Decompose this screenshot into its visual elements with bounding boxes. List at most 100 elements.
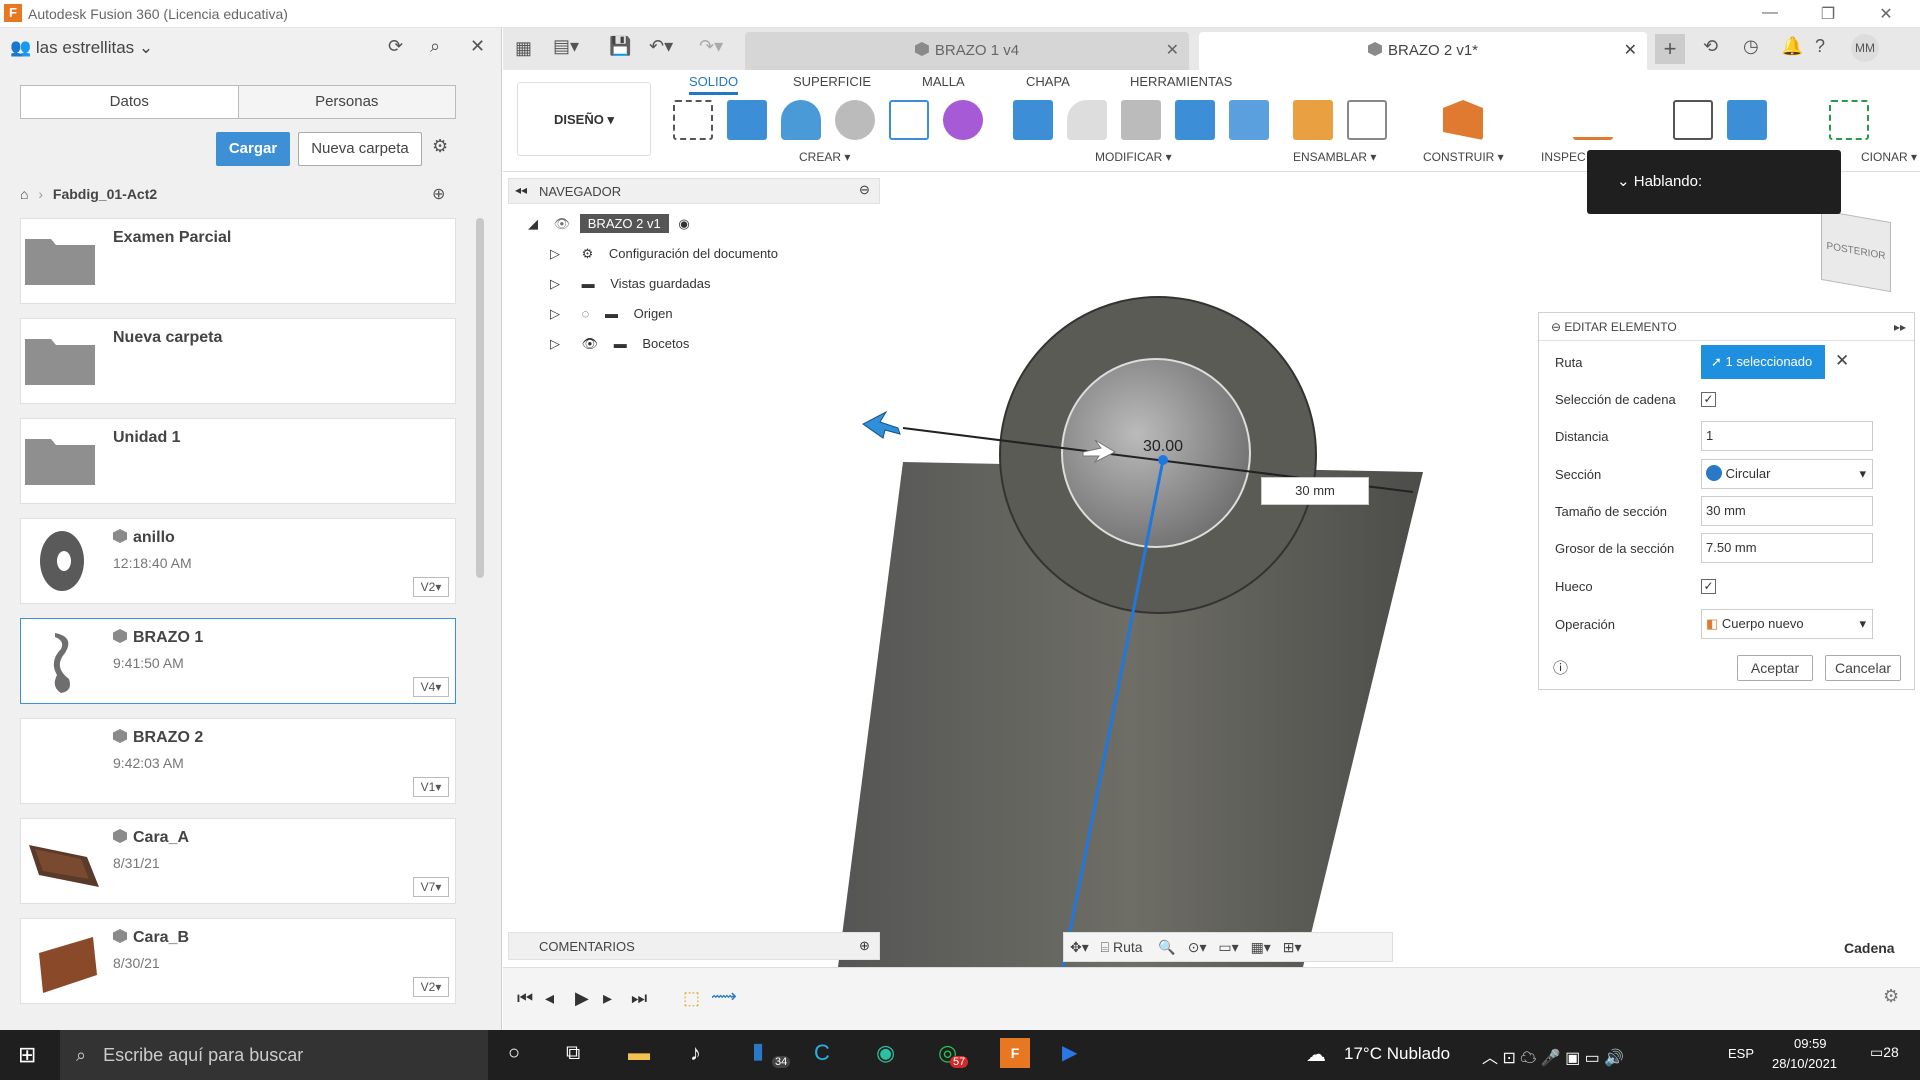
new-folder-button[interactable]: Nueva carpeta	[298, 132, 422, 166]
tab-solido[interactable]: SOLIDO	[689, 74, 739, 95]
dimension-input[interactable]: 30 mm	[1261, 477, 1369, 505]
eye-icon[interactable]: 👁	[582, 336, 599, 351]
list-item[interactable]: Cara_B 8/30/21 V2▾	[20, 918, 456, 1004]
file-menu-icon[interactable]: ▤▾	[553, 36, 579, 57]
edge-icon[interactable]: ◉	[876, 1040, 895, 1066]
version-badge[interactable]: V1▾	[413, 777, 449, 797]
expand-triangle-icon[interactable]: ▷	[550, 336, 560, 351]
upload-button[interactable]: Cargar	[216, 132, 290, 166]
word-icon[interactable]: ▮	[752, 1038, 764, 1064]
orbit-icon[interactable]: ✥▾	[1070, 939, 1089, 955]
group-modificar[interactable]: MODIFICAR ▾	[1095, 150, 1172, 164]
press-pull-icon[interactable]	[1013, 100, 1053, 140]
group-crear[interactable]: CREAR ▾	[799, 150, 850, 164]
collapse-triangle-icon[interactable]: ◢	[528, 216, 538, 231]
group-seleccionar[interactable]: CIONAR ▾	[1861, 150, 1917, 164]
redo-icon[interactable]: ↷▾	[699, 36, 723, 57]
restore-button[interactable]: ❐	[1808, 4, 1848, 24]
language-indicator[interactable]: ESP	[1728, 1046, 1754, 1061]
eye-icon[interactable]: 👁	[554, 216, 571, 231]
insert-image-icon[interactable]	[1727, 100, 1767, 140]
tab-brazo-1[interactable]: BRAZO 1 v4 ✕	[745, 32, 1189, 70]
home-icon[interactable]: ⌂	[20, 186, 28, 202]
play-icon[interactable]: ▶	[575, 988, 589, 1009]
viewcube[interactable]: POSTERIOR	[1821, 209, 1891, 293]
gear-icon[interactable]: ⚙	[432, 136, 448, 157]
zoom-app-icon[interactable]: ▶	[1062, 1040, 1077, 1065]
app-c-icon[interactable]: C	[814, 1040, 830, 1066]
list-item[interactable]: BRAZO 1 9:41:50 AM V4▾	[20, 618, 456, 704]
create-sketch-icon[interactable]	[673, 100, 713, 140]
notification-center[interactable]: ▭28	[1870, 1044, 1899, 1061]
close-tab-icon[interactable]: ✕	[1624, 32, 1637, 70]
version-badge[interactable]: V2▾	[413, 977, 449, 997]
navigator-root[interactable]: ◢ 👁 BRAZO 2 v1 ◉	[528, 214, 690, 233]
combine-icon[interactable]	[1175, 100, 1215, 140]
sweep-icon[interactable]	[781, 100, 821, 140]
ruta-selection[interactable]: ⌸ Ruta	[1101, 939, 1143, 955]
task-view-icon[interactable]: ⧉	[566, 1042, 580, 1065]
clear-selection-icon[interactable]: ✕	[1835, 351, 1849, 371]
timeline-settings-icon[interactable]: ⚙	[1883, 986, 1899, 1007]
help-icon[interactable]: ?	[1815, 36, 1825, 57]
minimize-navigator-icon[interactable]: ⊖	[859, 182, 870, 198]
operation-select[interactable]: ◧ Cuerpo nuevo ▾	[1701, 609, 1873, 639]
project-selector[interactable]: 👥 las estrellitas ⌄	[10, 38, 153, 58]
list-item[interactable]: anillo 12:18:40 AM V2▾	[20, 518, 456, 604]
plane-icon[interactable]	[1443, 100, 1483, 140]
tab-herramientas[interactable]: HERRAMIENTAS	[1130, 74, 1232, 89]
tab-superficie[interactable]: SUPERFICIE	[793, 74, 871, 89]
fusion-taskbar-icon[interactable]: F	[1000, 1038, 1030, 1068]
offset-face-icon[interactable]	[1229, 100, 1269, 140]
apps-grid-icon[interactable]: ▦	[515, 38, 532, 59]
section-thickness-input[interactable]: 7.50 mm	[1701, 533, 1873, 563]
clock-date[interactable]: 28/10/2021	[1772, 1056, 1837, 1071]
new-tab-button[interactable]: +	[1655, 34, 1685, 64]
expand-triangle-icon[interactable]: ▷	[550, 276, 560, 291]
viewports-icon[interactable]: ⊞▾	[1283, 939, 1302, 955]
list-item[interactable]: Unidad 1	[20, 418, 456, 504]
job-status-icon[interactable]: ◷	[1743, 36, 1759, 57]
tiktok-icon[interactable]: ♪	[690, 1040, 701, 1066]
prev-step-icon[interactable]: ◂	[545, 988, 554, 1009]
navigator-item[interactable]: ▷ ◌ ▬ Origen	[550, 306, 673, 322]
next-step-icon[interactable]: ▸	[603, 988, 612, 1009]
info-icon[interactable]: ⓘ	[1553, 657, 1568, 678]
tab-malla[interactable]: MALLA	[922, 74, 965, 89]
list-item[interactable]: Nueva carpeta	[20, 318, 456, 404]
taskbar-search[interactable]: ⌕ Escribe aquí para buscar	[60, 1030, 488, 1080]
shell-icon[interactable]	[1121, 100, 1161, 140]
list-item[interactable]: Cara_A 8/31/21 V7▾	[20, 818, 456, 904]
version-badge[interactable]: V2▾	[413, 577, 449, 597]
fillet-icon[interactable]	[1067, 100, 1107, 140]
display-settings-icon[interactable]: ▭▾	[1218, 939, 1238, 955]
avatar[interactable]: MM	[1851, 34, 1879, 62]
close-tab-icon[interactable]: ✕	[1166, 32, 1179, 70]
group-inspeccionar[interactable]: INSPEC	[1541, 150, 1586, 164]
collapse-icon[interactable]: ◂◂	[515, 183, 527, 197]
navigator-item[interactable]: ▷ ▬ Vistas guardadas	[550, 276, 710, 292]
chain-checkbox[interactable]: ✓	[1701, 392, 1716, 407]
cortana-icon[interactable]: ○	[508, 1042, 520, 1065]
refresh-icon[interactable]: ⟳	[388, 36, 403, 57]
version-badge[interactable]: V7▾	[413, 877, 449, 897]
list-item[interactable]: BRAZO 2 9:42:03 AM V1▾	[20, 718, 456, 804]
tray-icons[interactable]: ︿ ⊡ ☁ 🎤 ▣ ▭ 🔊	[1482, 1044, 1624, 1068]
sketch-feature-icon[interactable]: ⬚	[683, 988, 700, 1009]
weather-icon[interactable]: ☁	[1306, 1042, 1326, 1067]
clock-time[interactable]: 09:59	[1794, 1036, 1827, 1051]
globe-icon[interactable]: ⊕	[432, 184, 445, 204]
first-step-icon[interactable]: ⏮	[517, 988, 533, 1009]
close-button[interactable]: ✕	[1866, 4, 1906, 24]
notifications-icon[interactable]: 🔔	[1781, 36, 1803, 57]
insert-icon[interactable]	[1673, 100, 1713, 140]
distance-input[interactable]: 1	[1701, 421, 1873, 451]
new-component-icon[interactable]	[1293, 100, 1333, 140]
close-panel-icon[interactable]: ✕	[470, 36, 485, 57]
ok-button[interactable]: Aceptar	[1737, 655, 1813, 681]
hole-icon[interactable]	[835, 100, 875, 140]
windows-start-icon[interactable]: ⊞	[18, 1042, 36, 1068]
activate-radio-icon[interactable]: ◉	[678, 216, 689, 231]
group-ensamblar[interactable]: ENSAMBLAR ▾	[1293, 150, 1376, 164]
expand-dialog-icon[interactable]: ▸▸	[1894, 313, 1906, 341]
